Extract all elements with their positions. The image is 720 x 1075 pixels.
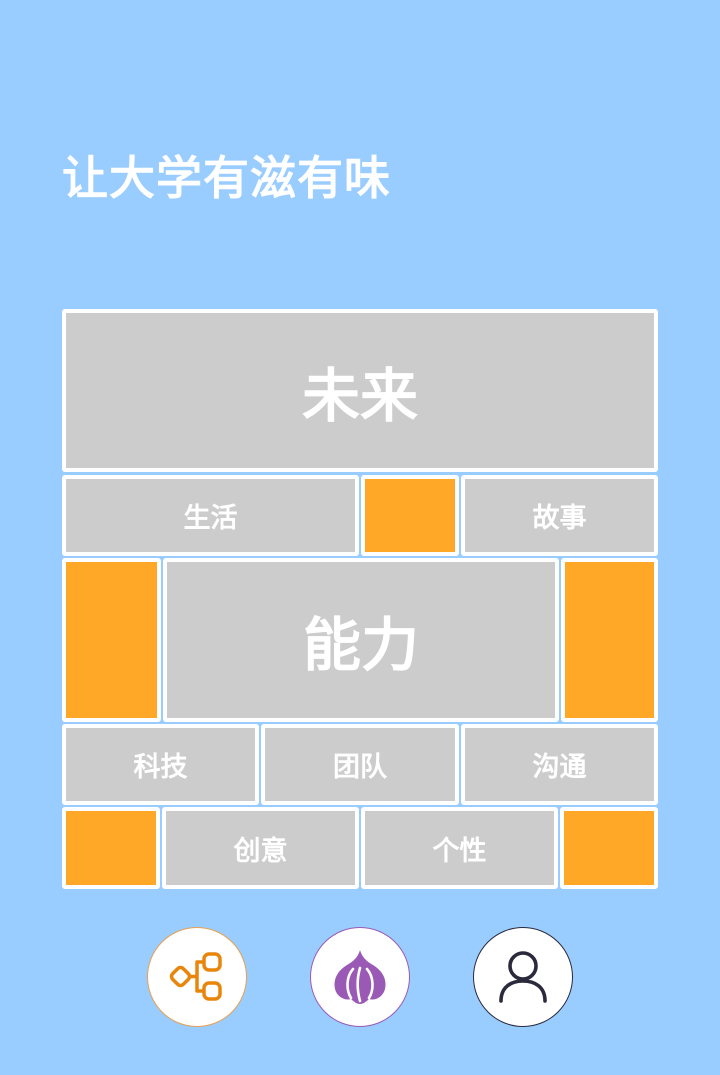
tile-ability-label: 能力 [302, 611, 419, 679]
tile-story[interactable]: 故事 [461, 475, 658, 556]
network-icon [169, 952, 222, 1001]
tile-future-label: 未来 [301, 361, 418, 430]
nav-network-button[interactable] [147, 927, 247, 1027]
tile-communication-label: 沟通 [532, 752, 587, 783]
tile-personality-label: 个性 [432, 835, 487, 867]
nav-profile-button[interactable] [473, 927, 573, 1027]
tile-future[interactable]: 未来 [62, 309, 658, 472]
nav-onion-button[interactable] [310, 927, 410, 1027]
tile-communication[interactable]: 沟通 [461, 724, 658, 805]
accent-block [561, 558, 658, 722]
tile-life-label: 生活 [183, 503, 238, 534]
tile-tech[interactable]: 科技 [62, 724, 259, 805]
tile-personality[interactable]: 个性 [361, 807, 558, 889]
accent-block [560, 807, 658, 889]
category-grid: 未来 生活 故事 能力 科技 团队 沟通 创意 个性 [0, 0, 720, 900]
accent-block [62, 807, 160, 889]
accent-block [361, 475, 459, 556]
accent-block [62, 558, 161, 722]
tile-team[interactable]: 团队 [261, 724, 459, 805]
tile-tech-label: 科技 [133, 752, 188, 783]
tile-story-label: 故事 [532, 503, 587, 534]
onion-icon [334, 950, 386, 1004]
tile-life[interactable]: 生活 [62, 475, 359, 556]
tile-creativity-label: 创意 [233, 835, 288, 867]
tile-creativity[interactable]: 创意 [162, 807, 359, 889]
user-icon [499, 951, 547, 1003]
tile-ability[interactable]: 能力 [163, 558, 559, 722]
tile-team-label: 团队 [333, 752, 387, 783]
